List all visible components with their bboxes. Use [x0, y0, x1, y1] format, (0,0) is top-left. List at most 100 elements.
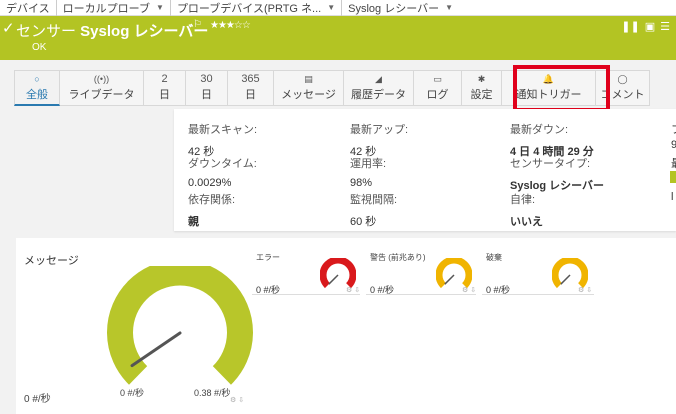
info-value: 98%	[350, 177, 373, 189]
gauge-settings-icon[interactable]: ⚙ ⇩	[230, 396, 244, 404]
discard-gauge-title: 破棄	[486, 253, 502, 262]
info-uptime: 運用率: 98%	[350, 155, 386, 189]
tab-overview[interactable]: ○ 全般	[14, 70, 60, 106]
info-last-scan: 最新スキャン: 42 秒	[188, 121, 257, 159]
tab-historic-data[interactable]: ◢ 履歴データ	[344, 70, 414, 106]
gauge-max-label: 0.38 #/秒	[194, 388, 231, 398]
gauge-settings-icon[interactable]: ⚙ ⇩	[578, 286, 592, 294]
info-cutoff-label: フ	[671, 121, 676, 137]
info-last-up: 最新アップ: 42 秒	[350, 121, 408, 159]
info-label: センサータイプ:	[510, 158, 591, 170]
error-gauge-title: エラー	[256, 253, 280, 262]
breadcrumb-label: ローカルプローブ	[62, 2, 151, 15]
tab-label: 設定	[470, 89, 493, 101]
tab-number: 30	[200, 73, 213, 85]
gauge-divider	[366, 294, 476, 295]
settings-icon: ✱	[477, 74, 486, 84]
info-label: ダウンタイム:	[188, 158, 257, 170]
tab-number: 365	[241, 73, 260, 85]
info-autonomy: 自律: いいえ	[510, 191, 543, 229]
page-title: センサー Syslog レシーバー	[16, 20, 208, 41]
breadcrumb: デバイス ローカルプローブ ▼ プローブデバイス(PRTG ネ... ▼ Syslo…	[0, 0, 676, 16]
gauge-min-label: 0 #/秒	[120, 388, 145, 398]
gauge-settings-icon[interactable]: ⚙ ⇩	[346, 286, 360, 294]
more-icon[interactable]: ☰	[660, 20, 670, 33]
info-cutoff-bar	[670, 171, 676, 183]
header-actions: ❚❚ ▣ ☰	[621, 20, 670, 33]
tab-2-days[interactable]: 2 日	[144, 70, 186, 106]
tab-messages[interactable]: ▤ メッセージ	[274, 70, 344, 106]
overview-icon: ○	[34, 73, 40, 84]
gauge-settings-icon[interactable]: ⚙ ⇩	[462, 286, 476, 294]
gauge-divider	[482, 294, 594, 295]
tab-label: ログ	[426, 89, 449, 101]
check-icon: ✓	[2, 20, 15, 37]
breadcrumb-label: デバイス	[6, 2, 50, 15]
comment-icon: ◯	[617, 74, 628, 84]
breadcrumb-label: プローブデバイス(PRTG ネ...	[176, 2, 322, 15]
breadcrumb-sensor[interactable]: Syslog レシーバー ▼	[342, 0, 459, 16]
breadcrumb-devices[interactable]: デバイス	[0, 0, 57, 16]
gauge-needle	[130, 331, 182, 368]
info-interval: 監視間隔: 60 秒	[350, 191, 397, 229]
info-cutoff-label: 最	[671, 155, 676, 171]
breadcrumb-label: Syslog レシーバー	[348, 2, 440, 15]
sensor-header: ✓ センサー Syslog レシーバー ⚐ ★★★☆☆ OK ❚❚ ▣ ☰	[0, 16, 676, 60]
info-dependency: 依存関係: 親	[188, 191, 235, 229]
info-sensor-type: センサータイプ: Syslog レシーバー	[510, 155, 604, 193]
info-label: 依存関係:	[188, 194, 236, 206]
historic-data-icon: ◢	[375, 74, 382, 84]
tab-number: 2	[161, 73, 168, 85]
tab-label: 日	[245, 89, 256, 101]
info-label: 最新アップ:	[350, 124, 409, 136]
log-icon: ▭	[433, 74, 442, 84]
info-cutoff-label: l	[671, 191, 674, 203]
tab-label: メッセージ	[281, 89, 336, 101]
info-cutoff-value: 9	[671, 139, 676, 151]
tab-live-data[interactable]: ((•)) ライブデータ	[60, 70, 144, 106]
breadcrumb-local-probe[interactable]: ローカルプローブ ▼	[57, 0, 171, 16]
dropdown-arrow-icon[interactable]: ▼	[327, 3, 335, 12]
flag-icon[interactable]: ⚐	[193, 19, 202, 30]
gauge-needle	[444, 274, 455, 285]
title-prefix: センサー	[16, 23, 81, 40]
breadcrumb-probe-device[interactable]: プローブデバイス(PRTG ネ... ▼	[171, 0, 343, 16]
priority-stars[interactable]: ★★★☆☆	[210, 20, 251, 31]
info-downtime: ダウンタイム: 0.0029%	[188, 155, 257, 189]
tab-log[interactable]: ▭ ログ	[414, 70, 462, 106]
gauge-current-value: 0 #/秒	[24, 394, 51, 405]
tab-settings[interactable]: ✱ 設定	[462, 70, 502, 106]
info-label: 監視間隔:	[350, 194, 398, 206]
sensor-info-panel: 最新スキャン: 42 秒 最新アップ: 42 秒 最新ダウン: 4 日 4 時間…	[174, 109, 676, 231]
live-data-icon: ((•))	[93, 74, 110, 84]
message-rate-gauge[interactable]	[102, 266, 258, 388]
info-value[interactable]: 親	[188, 213, 235, 229]
gauge-needle	[560, 274, 571, 285]
messages-title: メッセージ	[24, 255, 79, 267]
info-value: 60 秒	[350, 216, 377, 228]
tab-label: 履歴データ	[351, 89, 406, 101]
gauge-divider	[252, 294, 360, 295]
dropdown-arrow-icon[interactable]: ▼	[156, 3, 164, 12]
page-icon[interactable]: ▣	[645, 20, 655, 33]
gauge-arc	[552, 258, 588, 289]
tab-30-days[interactable]: 30 日	[186, 70, 228, 106]
tab-label: ライブデータ	[68, 89, 135, 101]
messages-icon: ▤	[304, 74, 313, 84]
status-text: OK	[32, 42, 47, 53]
info-value: いいえ	[510, 216, 543, 228]
gauge-arc	[436, 258, 472, 289]
gauge-arc	[320, 258, 356, 289]
tab-label: 日	[159, 89, 170, 101]
info-last-down: 最新ダウン: 4 日 4 時間 29 分	[510, 121, 594, 159]
info-label: 運用率:	[350, 158, 387, 170]
dropdown-arrow-icon[interactable]: ▼	[445, 3, 453, 12]
tab-365-days[interactable]: 365 日	[228, 70, 274, 106]
info-label: 最新ダウン:	[510, 124, 569, 136]
info-label: 最新スキャン:	[188, 124, 258, 136]
pause-icon[interactable]: ❚❚	[621, 20, 639, 33]
warning-gauge-title: 警告 (前兆あり)	[370, 253, 426, 262]
sensor-name: Syslog レシーバー	[80, 23, 209, 40]
gauge-needle	[328, 274, 339, 285]
messages-panel: メッセージ 0 #/秒 0 #/秒 0.38 #/秒 ⚙ ⇩ エラー 0 #/秒…	[16, 238, 676, 414]
